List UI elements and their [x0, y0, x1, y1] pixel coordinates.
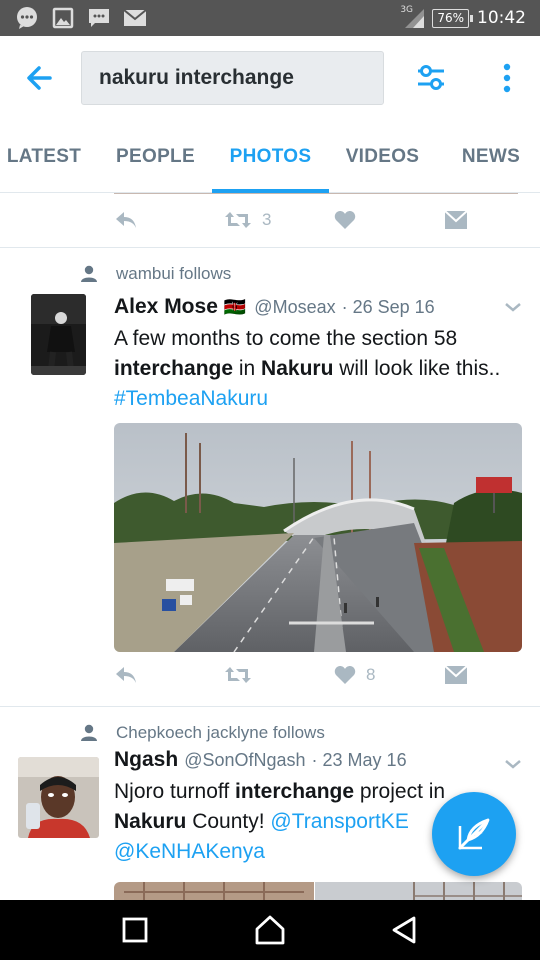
tweet-actions: 8	[114, 660, 494, 690]
tab-latest[interactable]: LATEST	[0, 120, 88, 193]
avatar[interactable]	[18, 757, 99, 838]
construction-photo	[114, 882, 522, 900]
tab-news[interactable]: NEWS	[448, 120, 534, 193]
tab-people[interactable]: PEOPLE	[101, 120, 210, 193]
tweet[interactable]: wambui follows Alex Mose 🇰🇪 @Moseax · 26…	[0, 248, 540, 706]
chat-icon	[17, 7, 37, 29]
message-icon	[89, 9, 109, 27]
battery-level: 76%	[437, 11, 464, 25]
highlighted-keyword: Nakuru	[261, 357, 334, 380]
tweet-photo[interactable]	[114, 882, 522, 900]
dm-envelope-icon	[444, 210, 468, 229]
heart-icon	[334, 211, 356, 229]
recents-icon[interactable]	[117, 912, 153, 948]
filter-icon[interactable]	[413, 60, 449, 96]
tweet-date: · 23 May 16	[311, 749, 407, 770]
handle[interactable]: @Moseax	[254, 297, 335, 318]
avatar[interactable]	[31, 294, 86, 375]
android-navigation-bar	[0, 900, 540, 960]
social-context: wambui follows	[80, 262, 231, 286]
person-icon	[81, 265, 97, 282]
direct-message-button[interactable]	[444, 660, 468, 690]
text-segment: project in	[354, 780, 446, 803]
status-bar: 3G 76% 10:42	[0, 0, 540, 36]
gallery-icon	[52, 7, 74, 29]
reply-icon	[116, 212, 136, 228]
retweet-icon	[225, 667, 251, 683]
text-segment: A few months to come the section 58	[114, 327, 458, 350]
direct-message-button[interactable]	[444, 205, 468, 235]
compose-quill-icon	[458, 818, 490, 850]
text-segment: in	[233, 357, 262, 380]
highlighted-keyword: interchange	[235, 780, 355, 803]
home-icon[interactable]	[252, 912, 288, 948]
reply-button[interactable]	[114, 205, 138, 235]
tab-photos[interactable]: PHOTOS	[212, 120, 329, 194]
interchange-photo	[114, 423, 522, 652]
chevron-down-icon[interactable]	[503, 300, 523, 314]
mail-icon	[123, 9, 147, 26]
search-toolbar: nakuru interchange	[0, 36, 540, 120]
more-vert-icon[interactable]	[496, 60, 518, 96]
hashtag-link[interactable]: #TembeaNakuru	[114, 387, 268, 410]
chevron-down-icon[interactable]	[503, 757, 523, 771]
text-segment: Njoro turnoff	[114, 780, 236, 803]
reply-icon	[116, 667, 136, 683]
tweet-header: Alex Mose 🇰🇪 @Moseax · 26 Sep 16	[114, 293, 435, 321]
previous-tweet-image[interactable]	[114, 193, 518, 194]
highlighted-keyword: interchange	[114, 357, 234, 380]
previous-tweet-actions: 3	[114, 205, 494, 235]
search-input[interactable]: nakuru interchange	[81, 51, 384, 105]
social-context-text: Chepkoech jacklyne follows	[116, 723, 325, 742]
like-count: 8	[366, 665, 376, 684]
signal-icon: 3G	[400, 5, 425, 29]
battery-icon: 76%	[432, 8, 473, 28]
handle[interactable]: @SonOfNgash	[184, 750, 305, 771]
display-name[interactable]: Alex Mose	[114, 295, 218, 319]
social-context-text: wambui follows	[116, 264, 232, 283]
retweet-count: 3	[262, 210, 272, 229]
like-button[interactable]: 8	[334, 660, 375, 690]
person-icon	[81, 724, 97, 741]
dm-envelope-icon	[444, 665, 468, 684]
mention-link[interactable]: @TransportKE	[270, 810, 408, 833]
tweet-text: A few months to come the section 58 inte…	[114, 324, 524, 414]
mention-link[interactable]: @KeNHAKenya	[114, 840, 265, 863]
search-query: nakuru interchange	[99, 66, 294, 89]
text-segment: will look like this..	[333, 357, 501, 380]
tweet-photo[interactable]	[114, 423, 522, 652]
highlighted-keyword: Nakuru	[114, 810, 187, 833]
tweet-date: · 26 Sep 16	[341, 296, 435, 317]
retweet-button[interactable]	[224, 660, 262, 690]
retweet-icon	[225, 212, 251, 228]
reply-button[interactable]	[114, 660, 138, 690]
text-segment: County!	[186, 810, 271, 833]
compose-tweet-button[interactable]	[432, 792, 516, 876]
heart-icon	[334, 666, 356, 684]
social-context: Chepkoech jacklyne follows	[80, 721, 325, 745]
search-tabs: LATEST PEOPLE PHOTOS VIDEOS NEWS	[0, 120, 540, 194]
avatar-image	[18, 757, 99, 838]
display-name[interactable]: Ngash	[114, 748, 178, 772]
tweet-text: Njoro turnoff interchange project in Naku…	[114, 777, 454, 867]
back-arrow-icon[interactable]	[22, 60, 62, 96]
tab-videos[interactable]: VIDEOS	[333, 120, 432, 193]
avatar-image	[31, 294, 86, 375]
retweet-button[interactable]: 3	[224, 205, 271, 235]
back-triangle-icon[interactable]	[387, 912, 423, 948]
tweet-header: Ngash @SonOfNgash · 23 May 16	[114, 746, 407, 774]
like-button[interactable]	[334, 205, 366, 235]
kenya-flag-emoji: 🇰🇪	[223, 296, 247, 317]
clock: 10:42	[477, 8, 526, 28]
